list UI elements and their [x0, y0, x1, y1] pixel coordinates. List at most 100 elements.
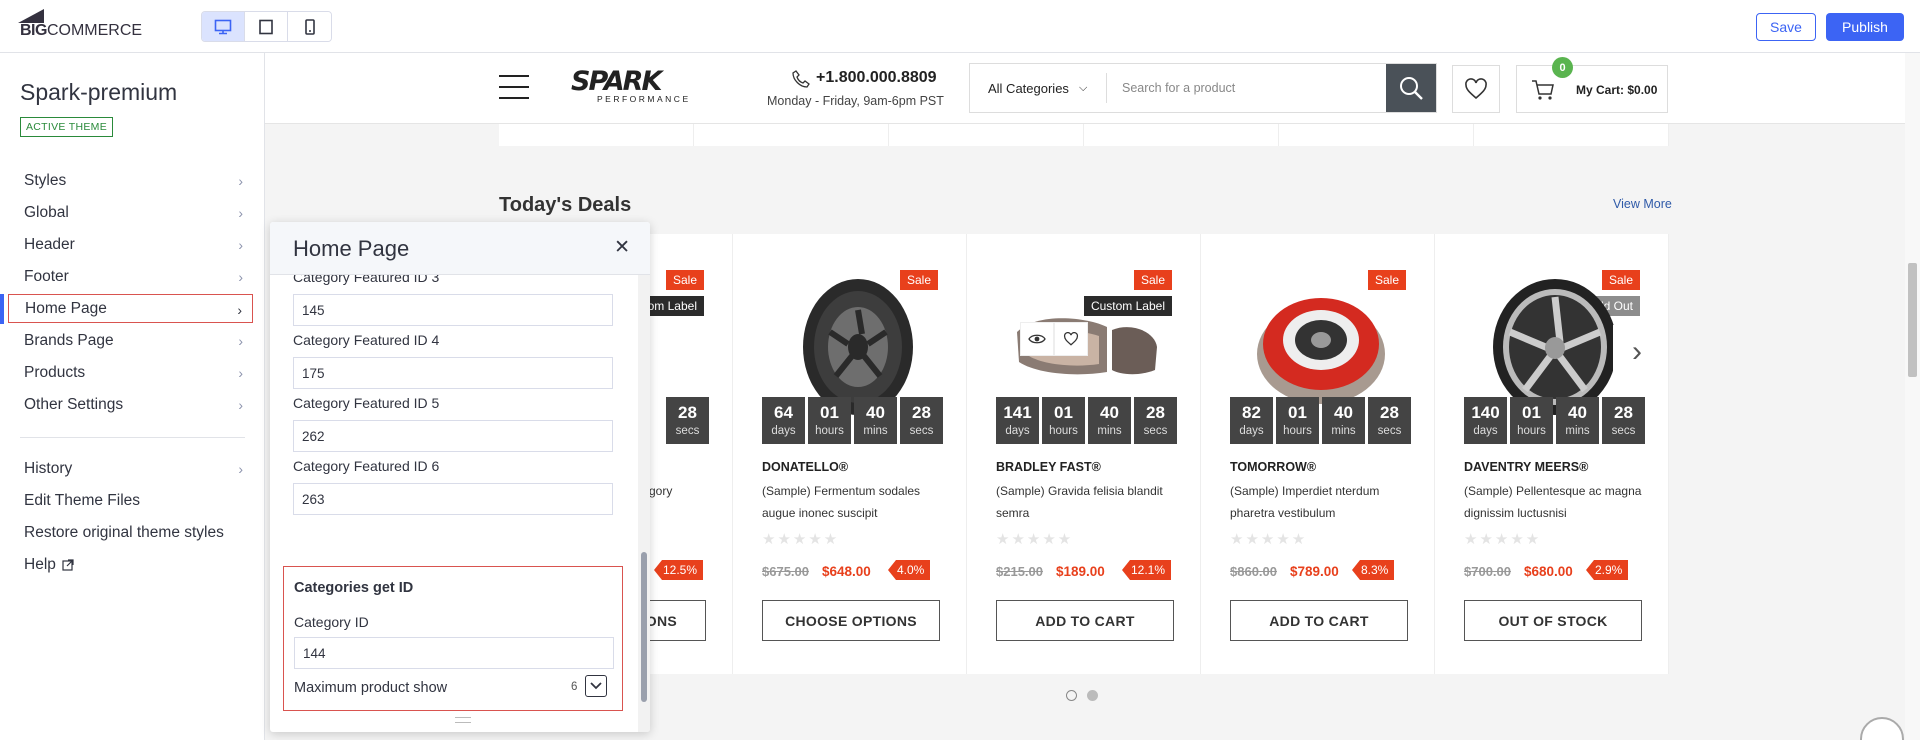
countdown-hours: 01 hours: [1276, 397, 1319, 444]
countdown-value: 40: [1568, 403, 1587, 422]
countdown-timer: 64 days 01 hours 40 mins 28 secs: [762, 397, 943, 444]
category-featured-id-6-input[interactable]: 263: [293, 483, 613, 515]
category-id-input[interactable]: 144: [294, 637, 614, 669]
add-to-wishlist-button[interactable]: [1054, 322, 1088, 356]
product-name[interactable]: (Sample) Imperdiet nterdum pharetra vest…: [1230, 480, 1420, 524]
chevron-right-icon: ›: [238, 269, 243, 285]
top-bar: BIG COMMERCE Save Publish: [0, 0, 1920, 53]
sidebar-item-edit-theme-files[interactable]: Edit Theme Files: [8, 486, 253, 515]
eye-icon: [1028, 334, 1046, 344]
cart-button[interactable]: 0 My Cart: $0.00: [1516, 57, 1668, 113]
chevron-down-icon: [590, 682, 602, 690]
choose-options-button[interactable]: CHOOSE OPTIONS: [762, 600, 940, 641]
product-card[interactable]: Sale Sold Out 140 days 01 hours 40 mins 28 s…: [1435, 234, 1669, 674]
product-name[interactable]: (Sample) Pellentesque ac magna dignissim…: [1464, 480, 1654, 524]
sidebar-item-brands-page[interactable]: Brands Page ›: [8, 326, 253, 355]
carousel-dot[interactable]: [1066, 690, 1077, 701]
preview-scrollbar-thumb[interactable]: [1908, 263, 1917, 377]
countdown-unit: hours: [1283, 425, 1312, 437]
countdown-value: 01: [820, 403, 839, 422]
countdown-unit: secs: [1611, 425, 1636, 437]
discount-badge: 4.0%: [888, 560, 931, 580]
panel-body: Category Featured ID 3 145 Category Feat…: [270, 275, 638, 732]
countdown-unit: mins: [1565, 425, 1590, 437]
chevron-right-icon: ›: [238, 333, 243, 349]
sidebar-item-products[interactable]: Products ›: [8, 358, 253, 387]
panel-title: Home Page: [293, 236, 410, 261]
bigcommerce-logo[interactable]: BIG COMMERCE: [18, 9, 142, 40]
panel-resize-handle[interactable]: [455, 717, 471, 723]
max-product-value: 6: [571, 681, 578, 693]
countdown-unit: mins: [863, 425, 888, 437]
countdown-hours: 01 hours: [1042, 397, 1085, 444]
product-card[interactable]: Sale 64 days 01 hours 40 mins 28 secs DONATE…: [733, 234, 967, 674]
previous-section-strip: [499, 124, 1669, 146]
countdown-value: 01: [1522, 403, 1541, 422]
close-icon[interactable]: ✕: [614, 236, 630, 259]
desktop-view-button[interactable]: [202, 12, 245, 41]
countdown-mins: 40 mins: [1088, 397, 1131, 444]
field-label: Category Featured ID 6: [293, 458, 440, 474]
field-label: Category Featured ID 5: [293, 395, 440, 411]
save-button[interactable]: Save: [1756, 13, 1816, 41]
countdown-timer: 82 days 01 hours 40 mins 28 secs: [1230, 397, 1411, 444]
sidebar-item-history[interactable]: History ›: [8, 454, 253, 483]
chevron-right-icon: ›: [238, 461, 243, 477]
panel-scrollbar[interactable]: [638, 275, 650, 732]
sidebar-item-label: Restore original theme styles: [24, 523, 224, 541]
scroll-to-top-button[interactable]: [1860, 717, 1904, 740]
device-switcher: [201, 11, 332, 42]
cta-label: ONS: [645, 612, 677, 629]
panel-scrollbar-thumb[interactable]: [641, 552, 647, 702]
search-button[interactable]: [1386, 64, 1436, 112]
sidebar-item-restore-styles[interactable]: Restore original theme styles: [8, 518, 253, 547]
category-featured-id-5-input[interactable]: 262: [293, 420, 613, 452]
mobile-icon: [304, 18, 315, 35]
category-select[interactable]: All Categories ⌵: [970, 73, 1107, 103]
add-to-cart-button[interactable]: ADD TO CART: [1230, 600, 1408, 641]
sidebar-item-other-settings[interactable]: Other Settings ›: [8, 390, 253, 419]
product-name[interactable]: (Sample) Fermentum sodales augue inonec …: [762, 480, 952, 524]
wishlist-button[interactable]: [1452, 65, 1500, 113]
home-page-panel: Home Page ✕ Category Featured ID 3 145 C…: [270, 222, 650, 732]
chevron-right-icon: ›: [238, 205, 243, 221]
product-name[interactable]: (Sample) Gravida felisia blandit semra: [996, 480, 1186, 524]
publish-button[interactable]: Publish: [1826, 13, 1904, 41]
chevron-right-icon: ›: [238, 173, 243, 189]
add-to-cart-button[interactable]: ADD TO CART: [996, 600, 1174, 641]
category-featured-id-4-input[interactable]: 175: [293, 357, 613, 389]
countdown-days: 82 days: [1230, 397, 1273, 444]
countdown-unit: hours: [1049, 425, 1078, 437]
store-logo[interactable]: SPARK PERFORMANCE: [571, 68, 726, 104]
countdown-value: 40: [866, 403, 885, 422]
sidebar-item-header[interactable]: Header ›: [8, 230, 253, 259]
sidebar-item-label: Styles: [24, 171, 67, 189]
quick-view-button[interactable]: [1020, 322, 1054, 356]
out-of-stock-button[interactable]: OUT OF STOCK: [1464, 600, 1642, 641]
carousel-next-button[interactable]: ›: [1613, 325, 1661, 379]
rating-stars: ★★★★★: [1464, 531, 1542, 548]
product-card[interactable]: Sale Custom Label 141 days 01 hours 40 mins…: [967, 234, 1201, 674]
sidebar-item-styles[interactable]: Styles ›: [8, 166, 253, 195]
sidebar-item-help[interactable]: Help: [8, 550, 253, 579]
mobile-view-button[interactable]: [288, 12, 331, 41]
sidebar-item-home-page[interactable]: Home Page ›: [8, 294, 253, 323]
countdown-mins: 40 mins: [1556, 397, 1599, 444]
tablet-view-button[interactable]: [245, 12, 288, 41]
sidebar-item-footer[interactable]: Footer ›: [8, 262, 253, 291]
field-label: Category Featured ID 3: [293, 275, 440, 285]
old-price: $215.00: [996, 564, 1043, 579]
product-card[interactable]: Sale 82 days 01 hours 40 mins 28 secs TOMORR…: [1201, 234, 1435, 674]
field-label: Category Featured ID 4: [293, 332, 440, 348]
category-featured-id-3-input[interactable]: 145: [293, 294, 613, 326]
search-input[interactable]: Search for a product: [1107, 81, 1386, 95]
view-more-link[interactable]: View More: [1613, 197, 1672, 211]
menu-icon[interactable]: [499, 75, 529, 99]
sidebar-item-global[interactable]: Global ›: [8, 198, 253, 227]
max-product-dropdown[interactable]: [585, 675, 607, 697]
countdown-timer: 140 days 01 hours 40 mins 28 secs: [1464, 397, 1645, 444]
preview-scrollbar[interactable]: [1905, 53, 1920, 740]
carousel-dot[interactable]: [1087, 690, 1098, 701]
countdown-value: 01: [1054, 403, 1073, 422]
countdown-hours: 01 hours: [808, 397, 851, 444]
